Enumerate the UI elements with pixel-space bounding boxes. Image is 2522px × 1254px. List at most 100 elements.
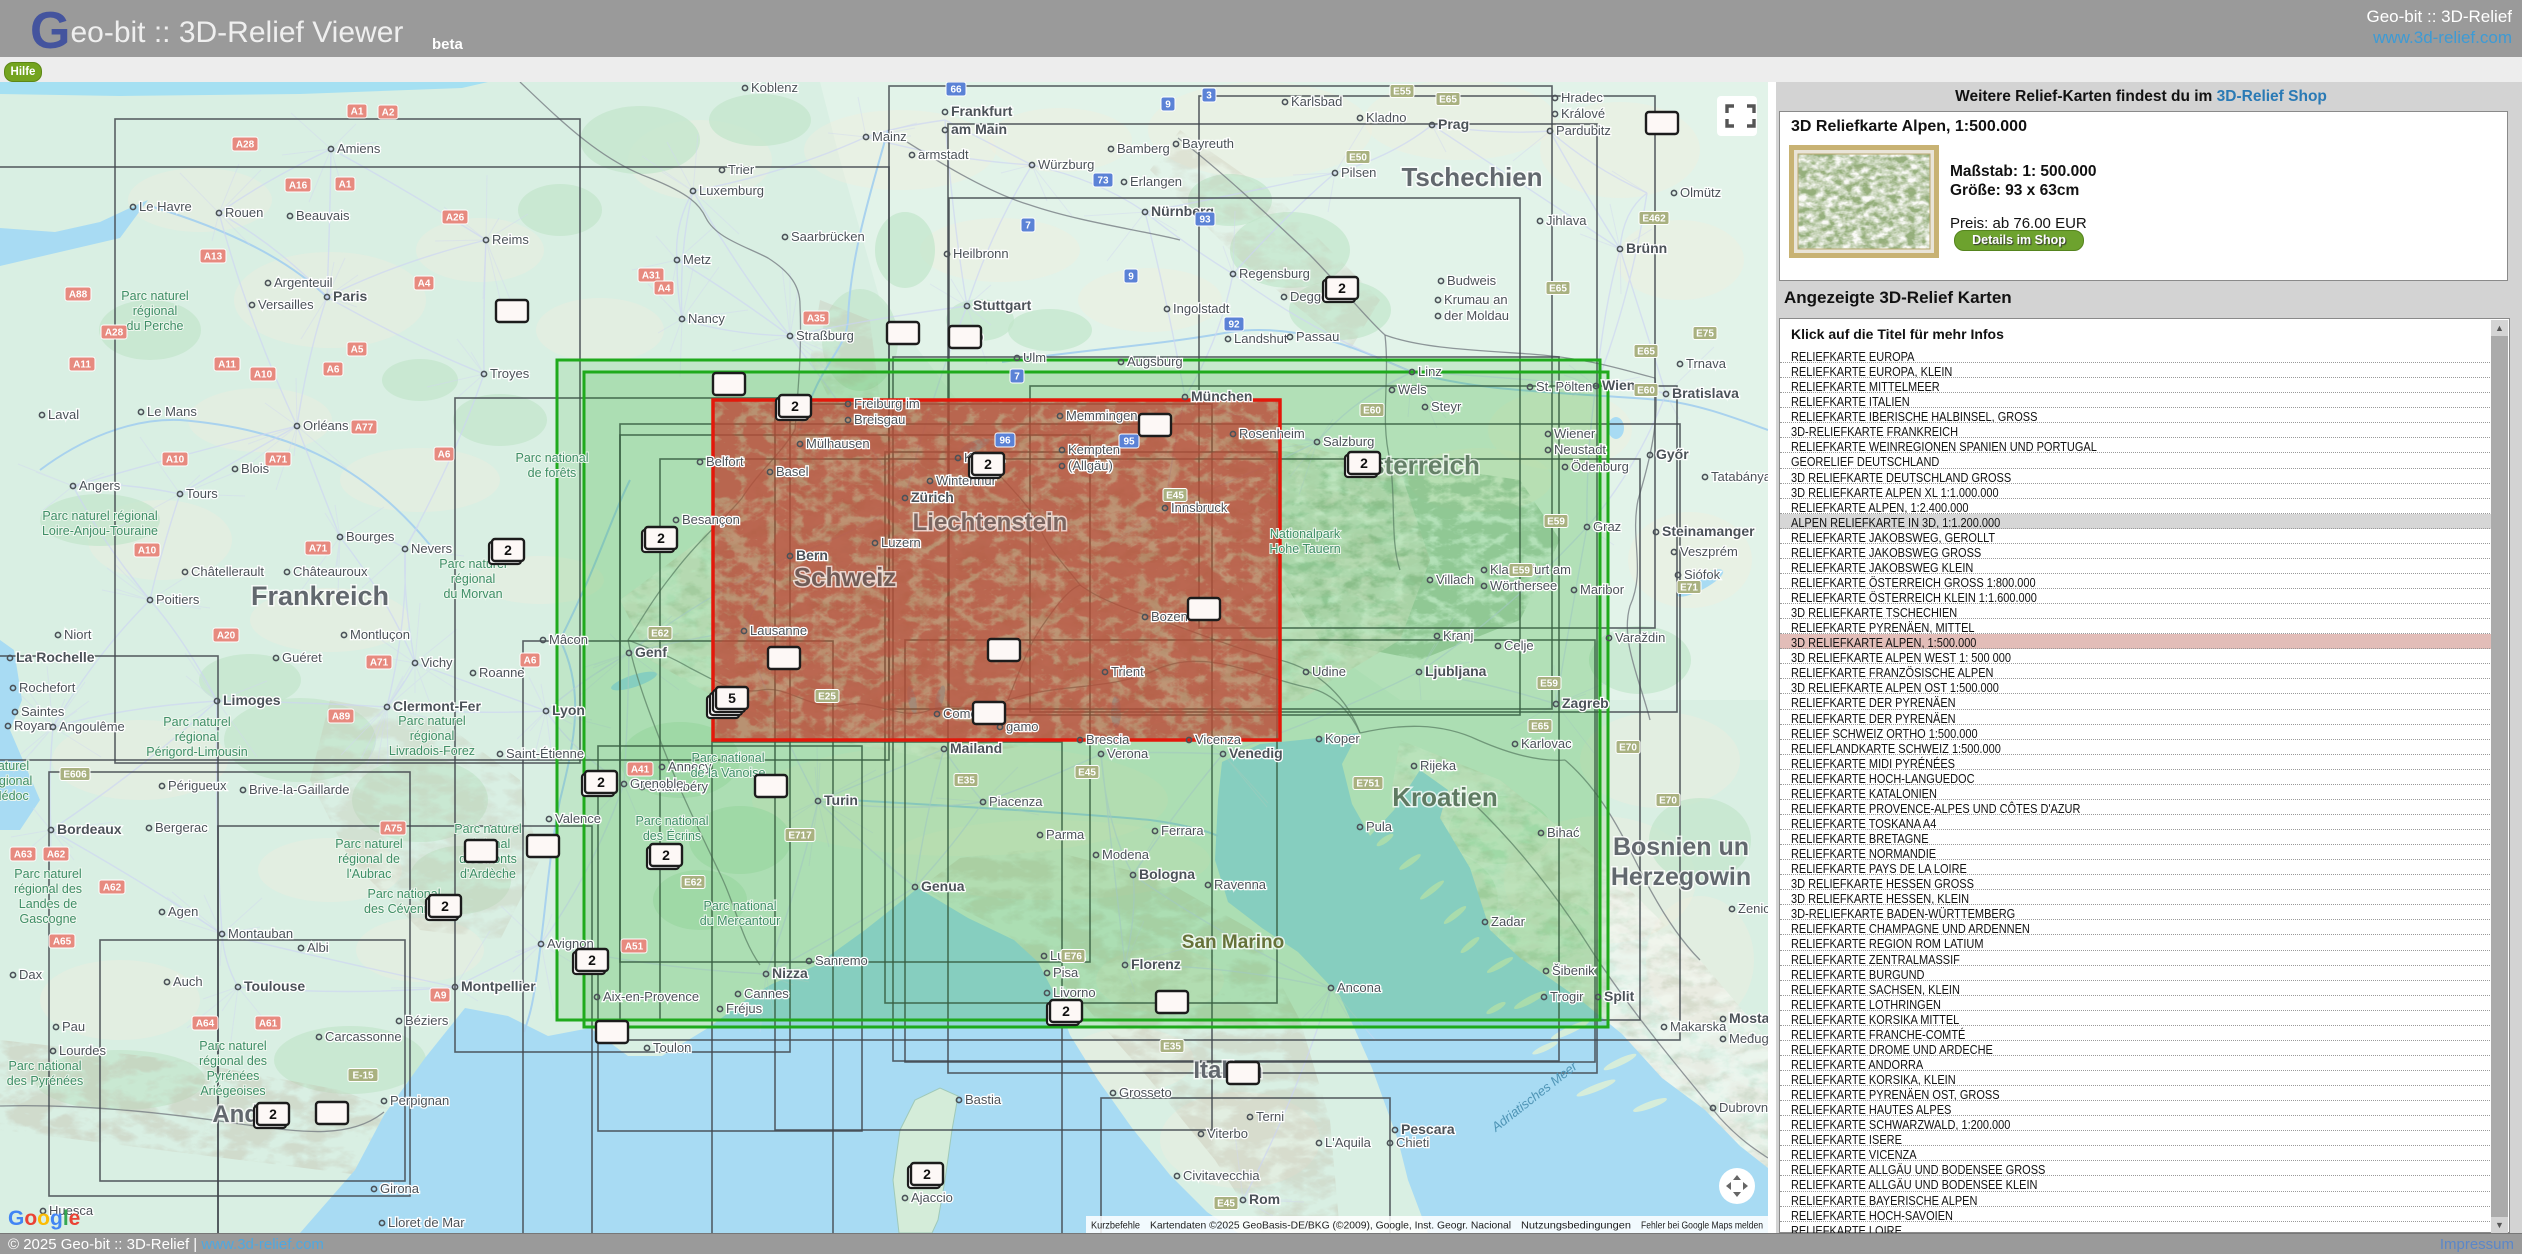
- svg-text:2: 2: [588, 952, 596, 968]
- svg-text:E76: E76: [1064, 952, 1082, 963]
- svg-text:München: München: [1191, 388, 1252, 404]
- svg-text:Belfort: Belfort: [706, 454, 744, 469]
- svg-text:Saint-Étienne: Saint-Étienne: [506, 746, 584, 761]
- svg-text:A9: A9: [434, 991, 447, 1002]
- svg-text:La Rochelle: La Rochelle: [16, 649, 95, 665]
- svg-text:Venedig: Venedig: [1229, 745, 1283, 761]
- svg-text:E35: E35: [1163, 1042, 1181, 1053]
- svg-text:A10: A10: [254, 370, 273, 381]
- svg-text:Wels: Wels: [1398, 382, 1427, 397]
- svg-text:Piacenza: Piacenza: [989, 794, 1043, 809]
- svg-text:Villach: Villach: [1436, 572, 1474, 587]
- svg-text:Parc naturel: Parc naturel: [121, 289, 188, 303]
- svg-text:Olmütz: Olmütz: [1680, 185, 1721, 200]
- svg-text:A63: A63: [14, 850, 33, 861]
- svg-text:du Perche: du Perche: [127, 319, 184, 333]
- svg-text:A61: A61: [259, 1019, 278, 1030]
- svg-text:A75: A75: [384, 824, 403, 835]
- svg-text:Sanremo: Sanremo: [815, 953, 868, 968]
- svg-text:Varaždin: Varaždin: [1615, 630, 1665, 645]
- svg-text:A71: A71: [309, 544, 328, 555]
- svg-text:Lausanne: Lausanne: [750, 623, 807, 638]
- svg-text:Parc national: Parc national: [9, 1059, 82, 1073]
- svg-text:A1: A1: [339, 180, 352, 191]
- svg-text:Grosseto: Grosseto: [1119, 1085, 1172, 1100]
- svg-text:Cannes: Cannes: [744, 986, 789, 1001]
- svg-text:Graz: Graz: [1593, 519, 1621, 534]
- svg-text:E45: E45: [1217, 1199, 1235, 1210]
- svg-text:E59: E59: [1547, 517, 1565, 528]
- svg-text:Breisgau: Breisgau: [854, 412, 905, 427]
- svg-text:73: 73: [1097, 176, 1109, 187]
- svg-text:Zadar: Zadar: [1491, 914, 1526, 929]
- svg-text:7: 7: [1025, 221, 1031, 232]
- svg-text:Google: Google: [8, 1207, 80, 1230]
- svg-text:sterreich: sterreich: [1370, 450, 1480, 480]
- svg-text:Kranj: Kranj: [1443, 628, 1473, 643]
- svg-text:Parc naturel: Parc naturel: [454, 822, 521, 836]
- svg-text:Međugorje: Međugorje: [1729, 1031, 1768, 1046]
- svg-text:Budweis: Budweis: [1447, 273, 1497, 288]
- svg-text:régional: régional: [0, 774, 32, 788]
- svg-text:Parc national: Parc national: [636, 814, 709, 828]
- svg-text:Parc national: Parc national: [692, 751, 765, 765]
- svg-text:Rouen: Rouen: [225, 205, 263, 220]
- svg-text:A71: A71: [269, 455, 288, 466]
- svg-text:A65: A65: [53, 937, 72, 948]
- svg-text:Neustadt: Neustadt: [1554, 442, 1606, 457]
- svg-text:Ravenna: Ravenna: [1214, 877, 1267, 892]
- svg-text:Bologna: Bologna: [1139, 866, 1195, 882]
- svg-text:Linz: Linz: [1418, 364, 1442, 379]
- svg-text:Ferrara: Ferrara: [1161, 823, 1204, 838]
- svg-text:Landes de: Landes de: [19, 897, 77, 911]
- svg-text:Pisa: Pisa: [1053, 965, 1079, 980]
- svg-text:Ajaccio: Ajaccio: [911, 1190, 953, 1205]
- svg-text:Montluçon: Montluçon: [350, 627, 410, 642]
- svg-text:E462: E462: [1642, 214, 1666, 225]
- svg-text:E-15: E-15: [352, 1071, 374, 1082]
- svg-text:Heilbronn: Heilbronn: [953, 246, 1009, 261]
- svg-text:Wiener: Wiener: [1554, 426, 1596, 441]
- svg-text:A64: A64: [196, 1019, 215, 1030]
- svg-text:E60: E60: [1637, 386, 1655, 397]
- svg-text:Pardubitz: Pardubitz: [1556, 123, 1611, 138]
- svg-text:Royan: Royan: [14, 718, 52, 733]
- svg-text:Mülhausen: Mülhausen: [806, 436, 870, 451]
- svg-text:A1: A1: [351, 107, 364, 118]
- svg-text:régional des: régional des: [199, 1054, 267, 1068]
- svg-text:Clermont-Fer: Clermont-Fer: [393, 698, 481, 714]
- svg-text:E25: E25: [818, 692, 836, 703]
- svg-text:E65: E65: [1637, 347, 1655, 358]
- svg-text:A31: A31: [642, 271, 661, 282]
- svg-text:E55: E55: [1393, 87, 1411, 98]
- svg-text:Rochefort: Rochefort: [19, 680, 76, 695]
- svg-text:Roanne: Roanne: [479, 665, 525, 680]
- svg-text:Poitiers: Poitiers: [156, 592, 200, 607]
- svg-text:Memmingen: Memmingen: [1066, 408, 1138, 423]
- svg-text:Le Havre: Le Havre: [139, 199, 192, 214]
- svg-text:Győr: Győr: [1656, 446, 1689, 462]
- svg-text:Bourges: Bourges: [346, 529, 395, 544]
- svg-text:Krumau an: Krumau an: [1444, 292, 1508, 307]
- svg-text:Straßburg: Straßburg: [796, 328, 854, 343]
- svg-text:Parc naturel: Parc naturel: [163, 715, 230, 729]
- svg-text:(Allgäu): (Allgäu): [1068, 458, 1113, 473]
- svg-text:66: 66: [950, 85, 962, 96]
- svg-text:Mainz: Mainz: [872, 129, 907, 144]
- svg-text:Mailand: Mailand: [950, 740, 1002, 756]
- svg-text:A5: A5: [351, 345, 364, 356]
- svg-text:Parc national: Parc national: [516, 451, 589, 465]
- svg-text:Basel: Basel: [776, 464, 809, 479]
- svg-text:Šibenik: Šibenik: [1552, 963, 1595, 978]
- svg-text:Pau: Pau: [62, 1019, 85, 1034]
- svg-text:Perpignan: Perpignan: [390, 1093, 449, 1108]
- svg-text:A2: A2: [382, 108, 395, 119]
- svg-text:Stuttgart: Stuttgart: [973, 297, 1032, 313]
- svg-text:Kempten: Kempten: [1068, 442, 1120, 457]
- svg-text:Fehler bei Google Maps melden: Fehler bei Google Maps melden: [1641, 1220, 1763, 1232]
- svg-text:Bordeaux: Bordeaux: [57, 821, 122, 837]
- svg-text:A88: A88: [69, 290, 88, 301]
- svg-text:E65: E65: [1531, 722, 1549, 733]
- svg-text:Steinamanger: Steinamanger: [1662, 523, 1755, 539]
- svg-text:Versailles: Versailles: [258, 297, 314, 312]
